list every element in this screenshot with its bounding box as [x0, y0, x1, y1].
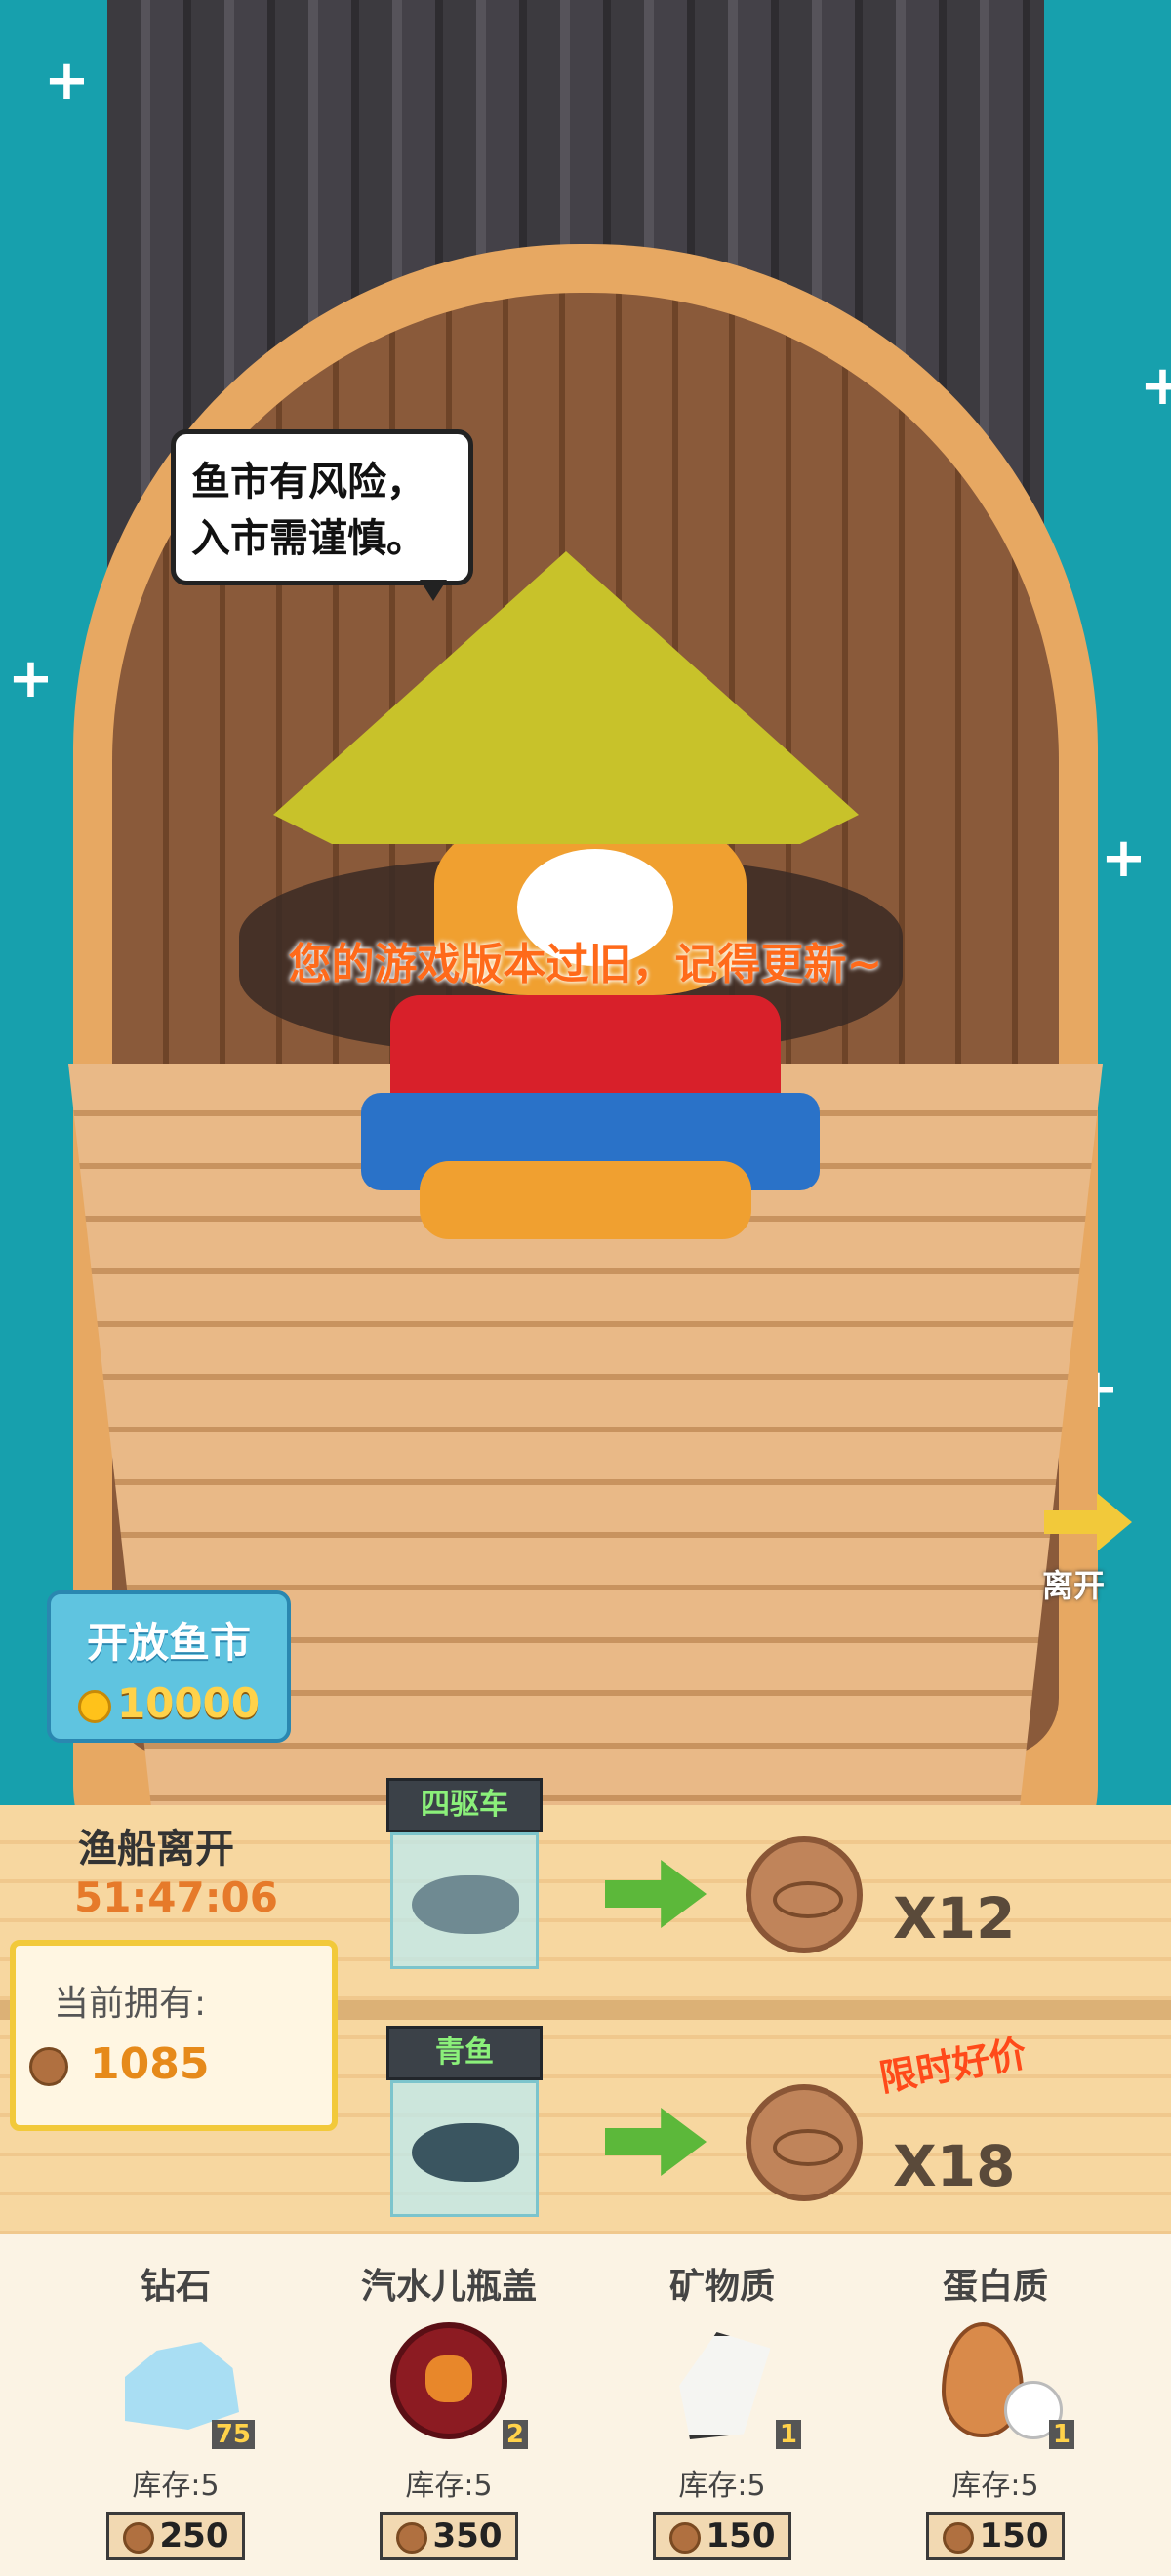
speech-bubble: 鱼市有风险， 入市需谨慎。: [171, 429, 473, 585]
sparkle-icon: +: [8, 647, 54, 710]
bottle-cap-icon: 2: [376, 2322, 528, 2449]
owned-box: [10, 1940, 338, 2131]
fish-tank-1[interactable]: 四驱车: [386, 1778, 543, 1973]
leave-arrow-icon: [1044, 1493, 1132, 1551]
fish-coin-icon: [942, 2521, 974, 2554]
open-market-cost: 10000: [51, 1679, 287, 1727]
reward-quantity: X18: [893, 2133, 1016, 2199]
tank-fish-name: 青鱼: [435, 2035, 494, 2070]
fish-coin-icon: [395, 2521, 427, 2554]
open-market-button[interactable]: 开放鱼市 10000: [47, 1590, 291, 1743]
price-value: 150: [706, 2516, 776, 2556]
fish-coin-icon: [746, 1836, 863, 1953]
price-button[interactable]: 150: [925, 2512, 1066, 2560]
diamond-shape: [125, 2342, 239, 2430]
shop-item-stock: 库存:5: [132, 2469, 220, 2503]
shop-item-name: 钻石: [140, 2267, 211, 2307]
speech-line-1: 鱼市有风险，: [191, 460, 425, 504]
diamond-icon: 75: [102, 2322, 255, 2449]
owned-value: 1085: [90, 2039, 210, 2089]
price-button[interactable]: 350: [379, 2512, 519, 2560]
shop-item-diamond[interactable]: 钻石 75 库存:5 250: [49, 2234, 303, 2576]
fish-coin-icon: [746, 2084, 863, 2201]
price-button[interactable]: 150: [652, 2512, 792, 2560]
shop-item-protein[interactable]: 蛋白质 1 库存:5 150: [868, 2234, 1122, 2576]
fish-icon: [412, 1875, 519, 1934]
shop-item-stock: 库存:5: [951, 2469, 1039, 2503]
mineral-shape: [679, 2332, 771, 2439]
speech-line-2: 入市需谨慎。: [191, 516, 425, 561]
reward-quantity: X12: [893, 1885, 1016, 1952]
boat-timer-value: 51:47:06: [74, 1873, 278, 1921]
owned-value-group: 1085: [29, 2039, 209, 2089]
sparkle-icon: +: [1140, 354, 1171, 418]
item-count-badge: 2: [502, 2420, 528, 2449]
fish-tank-2[interactable]: 青鱼: [386, 2026, 543, 2221]
shop-item-mineral[interactable]: 矿物质 1 库存:5 150: [595, 2234, 849, 2576]
shop-item-bottle-cap[interactable]: 汽水儿瓶盖 2 库存:5 350: [322, 2234, 576, 2576]
tank-fish-name: 四驱车: [421, 1788, 508, 1822]
item-count-badge: 1: [775, 2420, 801, 2449]
mineral-icon: 1: [649, 2322, 801, 2449]
owned-label: 当前拥有:: [54, 1984, 207, 2024]
shop-item-name: 汽水儿瓶盖: [360, 2267, 537, 2307]
fish-coin-icon: [122, 2521, 154, 2554]
boat-timer-label: 渔船离开: [78, 1827, 234, 1872]
shop-item-stock: 库存:5: [405, 2469, 493, 2503]
price-value: 350: [432, 2516, 503, 2556]
item-count-badge: 75: [211, 2420, 255, 2449]
shop-item-stock: 库存:5: [678, 2469, 766, 2503]
open-market-label: 开放鱼市: [86, 1619, 251, 1667]
speech-bubble-tail: [420, 580, 447, 601]
item-count-badge: 1: [1048, 2420, 1074, 2449]
price-value: 150: [979, 2516, 1049, 2556]
price-value: 250: [159, 2516, 229, 2556]
egg-icon: 1: [922, 2322, 1074, 2449]
fish-coin-icon: [29, 2047, 68, 2086]
leave-label: 离开: [1042, 1567, 1106, 1604]
price-button[interactable]: 250: [105, 2512, 246, 2560]
tank-lid: 青鱼: [386, 2026, 543, 2080]
tank-lid: 四驱车: [386, 1778, 543, 1832]
gold-coin-icon: [77, 1689, 111, 1723]
update-notice: 您的游戏版本过旧，记得更新~: [288, 940, 883, 989]
sparkle-icon: +: [44, 49, 90, 112]
cat-feet: [420, 1161, 751, 1239]
bottle-cap-shape: [390, 2322, 507, 2439]
open-market-cost-value: 10000: [116, 1679, 261, 1727]
shop-item-name: 矿物质: [668, 2267, 775, 2307]
fish-coin-icon: [668, 2521, 701, 2554]
leave-button[interactable]: 离开: [1034, 1464, 1171, 1610]
fish-icon: [412, 2123, 519, 2182]
shop-item-name: 蛋白质: [942, 2267, 1048, 2307]
sparkle-icon: +: [1101, 826, 1147, 890]
